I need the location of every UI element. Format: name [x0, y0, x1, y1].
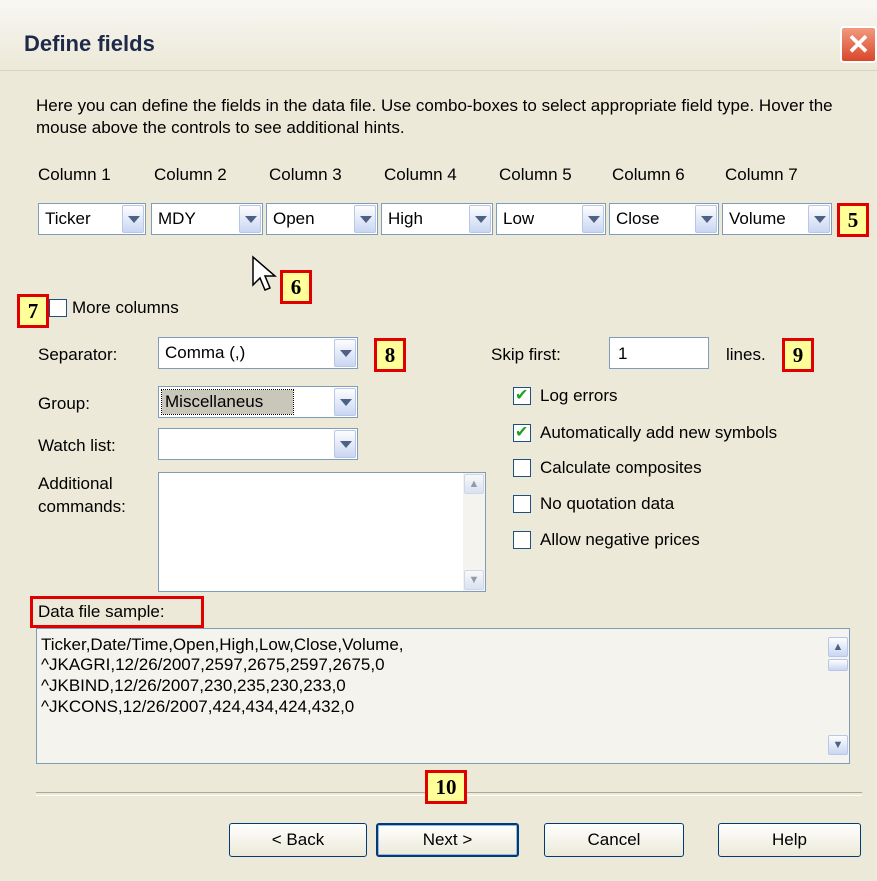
column-4-value: High	[388, 209, 423, 228]
mouse-cursor-icon	[252, 255, 277, 291]
additional-commands-scrollbar[interactable]: ▲ ▼	[463, 473, 485, 591]
chevron-down-icon[interactable]	[334, 430, 356, 458]
column-6-value: Close	[616, 209, 660, 228]
column-2-combo[interactable]: MDY	[151, 203, 263, 235]
data-file-sample-box[interactable]: Ticker,Date/Time,Open,High,Low,Close,Vol…	[36, 628, 850, 764]
chevron-down-icon[interactable]	[808, 205, 830, 233]
column-2-header: Column 2	[154, 165, 227, 184]
sample-line: ^JKCONS,12/26/2007,424,434,424,432,0	[41, 697, 355, 716]
intro-text: Here you can define the fields in the da…	[36, 96, 833, 137]
scroll-up-icon[interactable]: ▲	[828, 637, 848, 657]
calculate-composites-label: Calculate composites	[540, 458, 702, 477]
callout-7: 7	[17, 294, 49, 328]
column-7-value: Volume	[729, 209, 786, 228]
chevron-down-icon[interactable]	[122, 205, 144, 233]
additional-commands-textarea[interactable]: ▲ ▼	[158, 472, 486, 592]
additional-commands-label-2: commands:	[38, 497, 126, 516]
allow-negative-prices-checkbox[interactable]	[513, 531, 531, 549]
more-columns-label: More columns	[72, 298, 179, 317]
sample-line: ^JKBIND,12/26/2007,230,235,230,233,0	[41, 676, 346, 695]
callout-9: 9	[782, 338, 814, 372]
chevron-down-icon[interactable]	[334, 388, 356, 416]
group-combo[interactable]: Miscellaneus	[158, 386, 358, 418]
auto-add-symbols-label: Automatically add new symbols	[540, 423, 778, 442]
column-1-combo[interactable]: Ticker	[38, 203, 146, 235]
column-5-combo[interactable]: Low	[496, 203, 606, 235]
title-bar: Define fields ✕	[0, 0, 877, 71]
column-1-value: Ticker	[45, 209, 91, 228]
chevron-down-icon[interactable]	[469, 205, 491, 233]
log-errors-label: Log errors	[540, 386, 618, 405]
column-5-header: Column 5	[499, 165, 572, 184]
column-2-value: MDY	[158, 209, 196, 228]
column-5-value: Low	[503, 209, 535, 228]
chevron-down-icon[interactable]	[239, 205, 261, 233]
chevron-down-icon[interactable]	[354, 205, 376, 233]
column-4-header: Column 4	[384, 165, 457, 184]
skip-first-label: Skip first:	[491, 345, 561, 364]
calculate-composites-checkbox[interactable]	[513, 459, 531, 477]
chevron-down-icon[interactable]	[334, 339, 356, 367]
separator-value: Comma (,)	[165, 343, 246, 362]
data-file-sample-label: Data file sample:	[38, 602, 165, 621]
close-button[interactable]: ✕	[840, 26, 877, 63]
no-quotation-data-checkbox[interactable]	[513, 495, 531, 513]
column-7-combo[interactable]: Volume	[722, 203, 832, 235]
skip-first-input[interactable]: 1	[609, 337, 709, 369]
watch-list-combo[interactable]	[158, 428, 358, 460]
group-value: Miscellaneus	[160, 389, 295, 415]
column-3-value: Open	[273, 209, 315, 228]
callout-6: 6	[280, 270, 312, 304]
close-icon: ✕	[846, 29, 871, 60]
callout-8: 8	[374, 338, 406, 372]
lines-label: lines.	[726, 345, 766, 364]
column-6-header: Column 6	[612, 165, 685, 184]
log-errors-checkbox[interactable]	[513, 385, 531, 405]
column-7-header: Column 7	[725, 165, 798, 184]
callout-5: 5	[837, 203, 869, 237]
next-button[interactable]: Next >	[376, 823, 519, 857]
sample-line: ^JKAGRI,12/26/2007,2597,2675,2597,2675,0	[41, 655, 385, 674]
scroll-up-icon[interactable]: ▲	[464, 474, 484, 494]
allow-negative-prices-label: Allow negative prices	[540, 530, 700, 549]
column-3-combo[interactable]: Open	[266, 203, 378, 235]
auto-add-symbols-checkbox[interactable]	[513, 422, 531, 442]
column-4-combo[interactable]: High	[381, 203, 493, 235]
dialog-title: Define fields	[24, 31, 155, 56]
separator-label: Separator:	[38, 345, 118, 364]
chevron-down-icon[interactable]	[695, 205, 717, 233]
additional-commands-label-1: Additional	[38, 474, 113, 493]
scroll-down-icon[interactable]: ▼	[828, 735, 848, 755]
data-file-sample-highlight: Data file sample:	[30, 596, 204, 628]
callout-10: 10	[425, 770, 467, 804]
scroll-down-icon[interactable]: ▼	[464, 570, 484, 590]
scroll-thumb[interactable]	[828, 659, 848, 671]
sample-line: Ticker,Date/Time,Open,High,Low,Close,Vol…	[41, 635, 404, 654]
column-1-header: Column 1	[38, 165, 111, 184]
skip-first-value: 1	[618, 344, 628, 363]
column-3-header: Column 3	[269, 165, 342, 184]
no-quotation-data-label: No quotation data	[540, 494, 675, 513]
define-fields-dialog: Define fields ✕ Here you can define the …	[0, 0, 877, 881]
help-button[interactable]: Help	[718, 823, 861, 857]
chevron-down-icon[interactable]	[582, 205, 604, 233]
cancel-button[interactable]: Cancel	[544, 823, 684, 857]
back-button[interactable]: < Back	[229, 823, 367, 857]
more-columns-checkbox[interactable]	[49, 299, 67, 317]
column-6-combo[interactable]: Close	[609, 203, 719, 235]
sample-scrollbar[interactable]: ▲ ▼	[827, 629, 849, 763]
watch-list-label: Watch list:	[38, 436, 116, 455]
group-label: Group:	[38, 394, 90, 413]
separator-combo[interactable]: Comma (,)	[158, 337, 358, 369]
